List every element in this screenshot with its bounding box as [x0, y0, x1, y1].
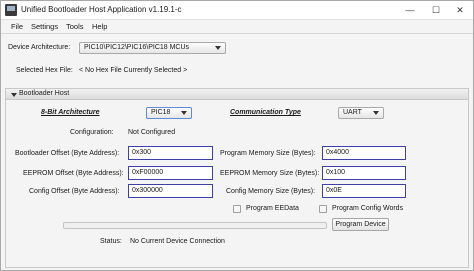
menu-help[interactable]: Help — [92, 22, 107, 31]
configuration-value: Not Configured — [128, 129, 176, 136]
title-bar: Unified Bootloader Host Application v1.1… — [1, 1, 473, 20]
menu-file[interactable]: File — [11, 22, 23, 31]
status-value: No Current Device Connection — [130, 238, 225, 245]
arch-label: 8-Bit Architecture — [41, 109, 100, 116]
program-memory-size-field[interactable]: 0x4000 — [322, 146, 406, 160]
device-architecture-select[interactable]: PIC10\PIC12\PIC16\PIC18 MCUs — [79, 42, 226, 54]
menu-settings[interactable]: Settings — [31, 22, 58, 31]
config-memory-size-field[interactable]: 0x0E — [322, 184, 406, 198]
eeprom-memory-size-field[interactable]: 0x100 — [322, 166, 406, 180]
collapse-triangle-icon — [11, 93, 17, 97]
device-architecture-label: Device Architecture: — [8, 44, 71, 51]
menu-bar: File Settings Tools Help — [1, 20, 473, 34]
app-window: Unified Bootloader Host Application v1.1… — [0, 0, 474, 271]
comm-type-value: UART — [343, 109, 362, 116]
chevron-down-icon — [215, 46, 221, 50]
config-memory-size-label: Config Memory Size (Bytes): — [226, 188, 316, 195]
minimize-button[interactable]: — — [397, 1, 423, 19]
device-architecture-value: PIC10\PIC12\PIC16\PIC18 MCUs — [84, 44, 190, 51]
bootloader-host-title: Bootloader Host — [19, 90, 70, 97]
bootloader-offset-label: Bootloader Offset (Byte Address): — [15, 150, 120, 157]
close-button[interactable]: ✕ — [447, 1, 473, 19]
bootloader-host-panel: Bootloader Host 8-Bit Architecture PIC18… — [5, 88, 469, 268]
eeprom-offset-field[interactable]: 0xF00000 — [128, 166, 213, 180]
chevron-down-icon — [181, 111, 187, 115]
program-memory-size-label: Program Memory Size (Bytes): — [220, 150, 316, 157]
bootloader-host-header[interactable]: Bootloader Host — [6, 89, 468, 100]
selected-hex-label: Selected Hex File: — [16, 67, 73, 74]
configuration-label: Configuration: — [70, 129, 114, 136]
chevron-down-icon — [373, 111, 379, 115]
eeprom-offset-label: EEPROM Offset (Byte Address): — [23, 170, 124, 177]
arch-value: PIC18 — [151, 109, 171, 116]
selected-hex-value: < No Hex File Currently Selected > — [79, 67, 188, 74]
program-eedata-checkbox[interactable] — [233, 205, 241, 213]
comm-type-select[interactable]: UART — [338, 107, 384, 119]
config-offset-field[interactable]: 0x300000 — [128, 184, 213, 198]
config-offset-label: Config Offset (Byte Address): — [29, 188, 120, 195]
comm-type-label: Communication Type — [230, 109, 301, 116]
status-label: Status: — [100, 238, 122, 245]
program-progress-bar — [63, 222, 327, 229]
program-config-words-checkbox[interactable] — [319, 205, 327, 213]
bootloader-offset-field[interactable]: 0x300 — [128, 146, 213, 160]
app-icon — [5, 4, 17, 16]
program-config-words-label: Program Config Words — [332, 205, 404, 212]
menu-tools[interactable]: Tools — [66, 22, 84, 31]
eeprom-memory-size-label: EEPROM Memory Size (Bytes): — [220, 170, 320, 177]
arch-select[interactable]: PIC18 — [146, 107, 192, 119]
window-title: Unified Bootloader Host Application v1.1… — [21, 5, 182, 14]
maximize-button[interactable]: ☐ — [423, 1, 449, 19]
program-eedata-label: Program EEData — [246, 205, 299, 212]
program-device-button[interactable]: Program Device — [332, 218, 389, 231]
